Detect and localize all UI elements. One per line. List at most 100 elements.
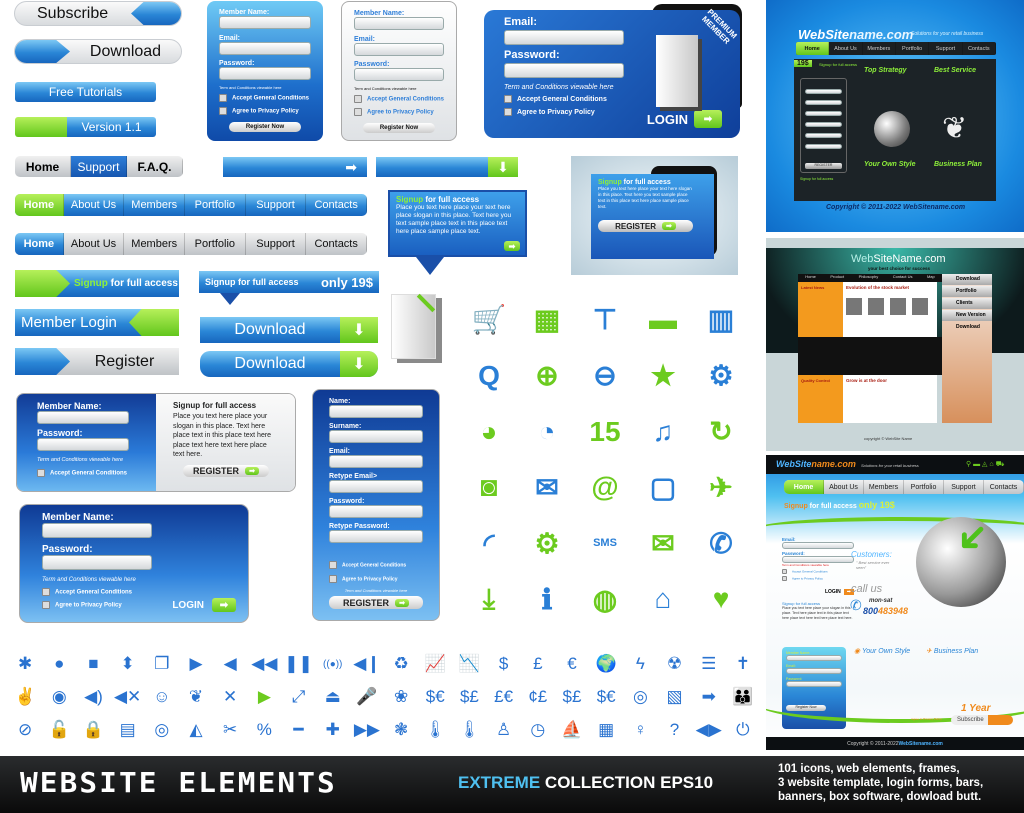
member-name-input[interactable] [219, 16, 311, 29]
mini-nav-faq[interactable]: F.A.Q. [127, 156, 183, 177]
arrow-right-icon[interactable]: ➡ [504, 241, 520, 251]
nav-product[interactable]: Product [830, 274, 844, 282]
nav-grey-portfolio[interactable]: Portfolio [185, 233, 246, 255]
terms-link[interactable]: Term and Conditions viewable here [42, 577, 226, 583]
phone-icon[interactable]: ✆ [703, 525, 739, 561]
privacy-checkbox[interactable] [329, 575, 337, 583]
percent-icon[interactable]: % [251, 717, 277, 743]
unlock-icon[interactable]: 🔓 [46, 717, 72, 743]
sitemap-icon[interactable]: ⊤ [587, 302, 623, 338]
open-envelope-icon[interactable]: ✉ [529, 469, 565, 505]
accept-checkbox[interactable] [782, 569, 787, 574]
at-sign-icon[interactable]: @ [587, 469, 623, 505]
lightning-icon[interactable]: ϟ [627, 651, 653, 677]
fast-forward-icon[interactable]: ▶▶ [354, 717, 380, 743]
pause-icon[interactable]: ❚❚ [284, 651, 313, 677]
register-now-button[interactable]: Register Now [229, 122, 301, 132]
password-input[interactable] [37, 438, 129, 451]
music-note-icon[interactable]: ♫ [645, 414, 681, 450]
email-input[interactable] [354, 43, 444, 56]
nav-contacts[interactable]: Contacts [963, 42, 996, 55]
download-button-a[interactable]: Download ⬇ [200, 317, 378, 343]
terms-link[interactable]: Term and Conditions viewable here [219, 85, 311, 90]
email-input[interactable] [786, 668, 842, 674]
login-button[interactable]: LOGIN ➡ [647, 110, 722, 128]
person-jump-icon[interactable]: ✌ [12, 684, 38, 710]
play-icon[interactable]: ▶ [183, 651, 209, 677]
side-menu-download-2[interactable]: Download [942, 322, 992, 333]
password-input[interactable] [42, 555, 152, 570]
close-icon[interactable]: ✕ [217, 684, 243, 710]
zoom-out-icon[interactable]: ⊖ [587, 358, 623, 394]
download-pill-button[interactable]: Download [14, 39, 182, 64]
nav-green-members[interactable]: Members [124, 194, 186, 216]
accept-checkbox[interactable] [219, 94, 227, 102]
nav-green-home[interactable]: Home [15, 194, 64, 216]
form-input[interactable] [805, 89, 842, 94]
solar-panel-icon[interactable]: ▧ [662, 684, 688, 710]
exchange-euro-pound-icon[interactable]: £€ [491, 684, 517, 710]
terms-link[interactable]: Term and Conditions viewable here [37, 457, 136, 463]
people-icon[interactable]: 👪 [730, 684, 756, 710]
thermometer-icon[interactable]: 🌡 [422, 717, 448, 743]
globe-icon[interactable]: ◍ [587, 581, 623, 617]
list-icon[interactable]: ☰ [696, 651, 722, 677]
zoom-icon[interactable]: Q [471, 358, 507, 394]
form-input[interactable] [805, 111, 842, 116]
nav-grey-contacts[interactable]: Contacts [306, 233, 367, 255]
tree-icon[interactable]: ❃ [388, 717, 414, 743]
privacy-link[interactable]: Agree to Privacy Policy [911, 717, 942, 721]
heart-icon[interactable]: ♥ [703, 581, 739, 617]
arrow-bar[interactable]: ➡ [223, 157, 367, 177]
document-icon[interactable]: ▤ [115, 717, 141, 743]
register-button[interactable]: REGISTER ➡ [183, 464, 269, 477]
member-name-input[interactable] [37, 411, 129, 424]
nav-grey-support[interactable]: Support [246, 233, 307, 255]
password-input[interactable] [354, 68, 444, 81]
nav-green-about[interactable]: About Us [64, 194, 125, 216]
pound-icon[interactable]: £ [525, 651, 551, 677]
gears-icon[interactable]: ⚙ [703, 358, 739, 394]
smiley-icon[interactable]: ☺ [149, 684, 175, 710]
cd-icon[interactable]: ◎ [149, 717, 175, 743]
terms-link[interactable]: Term and Conditions viewable here [354, 86, 444, 91]
rss-icon[interactable]: ◜ [471, 525, 507, 561]
pie-chart-exploded-icon[interactable]: ◔ [529, 414, 565, 450]
cart-icon[interactable]: 🛒 [471, 302, 507, 338]
accept-checkbox[interactable] [504, 95, 512, 103]
password-input[interactable] [329, 505, 423, 518]
side-menu-download[interactable]: Download [942, 274, 992, 285]
search-icon[interactable]: ⚲ [966, 461, 971, 468]
signup-bar[interactable]: Signup for full access [15, 270, 179, 297]
home-icon[interactable]: ⌂ [645, 581, 681, 617]
accept-checkbox[interactable] [329, 561, 337, 569]
chart-down-icon[interactable]: 📉 [456, 651, 482, 677]
privacy-checkbox[interactable] [504, 108, 512, 116]
nav-about[interactable]: About Us [829, 42, 863, 55]
signup-price-banner[interactable]: Signup for full access only 19$ [199, 271, 379, 293]
airplane-icon[interactable]: ✈ [703, 469, 739, 505]
folder-icon[interactable]: ▬ [645, 302, 681, 338]
register-button[interactable]: Register [15, 348, 179, 375]
back-icon[interactable]: ◀ [217, 651, 243, 677]
info-icon[interactable]: ℹ [529, 581, 565, 617]
play-green-icon[interactable]: ▶ [251, 684, 277, 710]
flower-icon[interactable]: ✱ [12, 651, 38, 677]
member-name-input[interactable] [42, 523, 152, 538]
world-map-icon[interactable]: 🌍 [593, 651, 619, 677]
question-icon[interactable]: ? [662, 717, 688, 743]
child-icon[interactable]: ♙ [491, 717, 517, 743]
mute-icon[interactable]: ◀✕ [114, 684, 141, 710]
calendar-icon[interactable]: 15 [587, 414, 623, 450]
mini-nav-home[interactable]: Home [15, 156, 71, 177]
password-input[interactable] [219, 67, 311, 80]
lamp-icon[interactable]: ⏏ [320, 684, 346, 710]
zoom-in-icon[interactable]: ⊕ [529, 358, 565, 394]
member-name-input[interactable] [354, 17, 444, 30]
microphone-icon[interactable]: 🎤 [354, 684, 380, 710]
nav-philosophy[interactable]: Philosophy [859, 274, 879, 282]
power-icon[interactable]: ⏻ [730, 717, 756, 743]
calculator-icon[interactable]: ▦ [529, 302, 565, 338]
nav-home[interactable]: Home [796, 42, 830, 55]
exchange-yen-icon[interactable]: ¢£ [525, 684, 551, 710]
